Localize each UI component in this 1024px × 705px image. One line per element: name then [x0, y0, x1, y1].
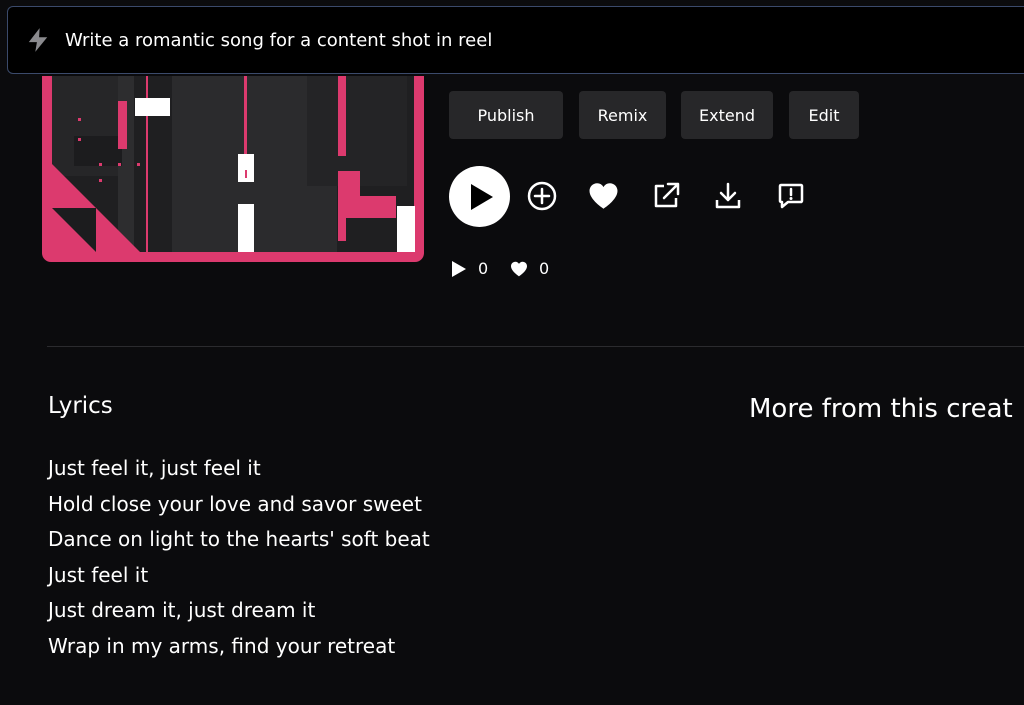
edit-button[interactable]: Edit: [789, 91, 859, 139]
play-button[interactable]: [449, 166, 510, 227]
lyrics-body: Just feel it, just feel it Hold close yo…: [48, 451, 430, 665]
remix-button[interactable]: Remix: [579, 91, 666, 139]
lyrics-line: Just feel it: [48, 562, 149, 587]
lyrics-line: Wrap in my arms, find your retreat: [48, 633, 396, 658]
lyrics-line: Hold close your love and savor sweet: [48, 491, 422, 516]
publish-button[interactable]: Publish: [449, 91, 563, 139]
lyrics-line: Dance on light to the hearts' soft beat: [48, 527, 430, 552]
report-message-icon: [776, 181, 806, 211]
like-count: 0: [510, 259, 549, 278]
prompt-text: Write a romantic song for a content shot…: [65, 29, 493, 51]
lyrics-line: Just dream it, just dream it: [48, 598, 316, 623]
lyrics-heading: Lyrics: [48, 393, 113, 419]
play-count-value: 0: [478, 259, 489, 278]
external-link-icon: [651, 181, 681, 211]
add-to-playlist-button[interactable]: [526, 180, 558, 212]
like-count-icon: [510, 261, 528, 277]
play-count: 0: [452, 259, 488, 278]
heart-icon: [588, 182, 619, 210]
report-button[interactable]: [775, 180, 807, 212]
lyrics-line: Just feel it, just feel it: [48, 456, 261, 480]
like-button[interactable]: [587, 180, 619, 212]
like-count-value: 0: [539, 259, 550, 278]
download-button[interactable]: [712, 180, 744, 212]
add-circle-icon: [527, 181, 557, 211]
more-from-creator-heading: More from this creat: [749, 394, 1013, 424]
share-button[interactable]: [650, 180, 682, 212]
cover-art[interactable]: [42, 76, 424, 262]
download-icon: [713, 181, 743, 211]
play-count-icon: [452, 260, 466, 277]
play-icon: [471, 183, 493, 210]
extend-button[interactable]: Extend: [681, 91, 773, 139]
lightning-bolt-icon: [25, 27, 51, 53]
prompt-bar[interactable]: Write a romantic song for a content shot…: [7, 6, 1024, 74]
section-divider: [47, 346, 1024, 347]
